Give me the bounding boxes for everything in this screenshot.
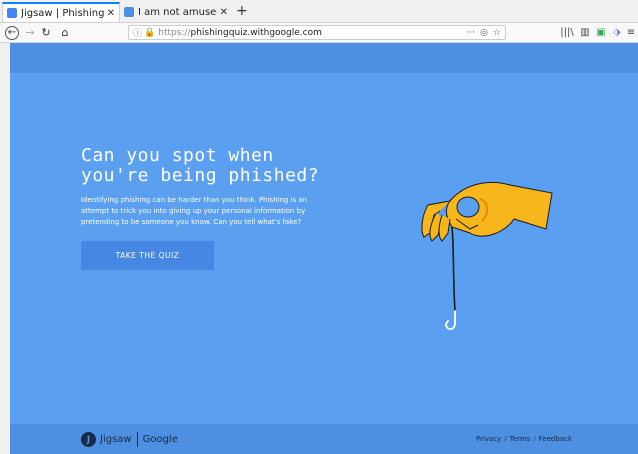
pocket-icon[interactable]: ◎ — [480, 28, 488, 38]
hook-icon — [445, 310, 456, 331]
tab-not-amused[interactable]: I am not amused! (or how ✕ — [120, 2, 232, 22]
url-protocol: https:// — [158, 27, 191, 38]
link-separator: / — [533, 435, 536, 443]
take-quiz-button[interactable]: TAKE THE QUIZ — [81, 241, 214, 270]
reload-button[interactable]: ↻ — [40, 23, 52, 42]
link-separator: / — [504, 435, 507, 443]
favicon-icon — [7, 8, 17, 18]
google-wordmark: Google — [142, 434, 178, 445]
tab-phishing-quiz[interactable]: Jigsaw | Phishing Quiz ✕ — [2, 2, 120, 22]
terms-link[interactable]: Terms — [510, 435, 531, 443]
fishing-line — [451, 225, 456, 312]
hand-icon — [421, 181, 553, 242]
page-content: Can you spot when you're being phished? … — [10, 43, 638, 454]
brand-divider — [136, 432, 138, 447]
new-tab-button[interactable]: + — [236, 3, 248, 19]
footer-links: Privacy / Terms / Feedback — [476, 435, 572, 443]
hand-with-hook-illustration — [421, 181, 553, 331]
tab-close-icon[interactable]: ✕ — [107, 8, 115, 19]
navigation-toolbar: ← → ↻ ⌂ ⓘ 🔒 https:// phishingquiz.withgo… — [0, 23, 638, 43]
back-arrow-icon: ← — [5, 25, 19, 40]
page-actions-icon[interactable]: ··· — [466, 28, 475, 38]
page-header — [10, 43, 638, 73]
url-bar[interactable]: ⓘ 🔒 https:// phishingquiz.withgoogle.com… — [128, 25, 506, 40]
extension-icon[interactable]: ⬗ — [610, 23, 624, 42]
extension-icon[interactable]: ▣ — [594, 23, 608, 42]
home-button[interactable]: ⌂ — [58, 23, 72, 42]
jigsaw-wordmark: Jigsaw — [100, 434, 132, 445]
page-footer: J Jigsaw Google Privacy / Terms / Feedba… — [10, 424, 638, 454]
feedback-link[interactable]: Feedback — [539, 435, 572, 443]
forward-button[interactable]: → — [24, 23, 36, 42]
footer-brand[interactable]: J Jigsaw Google — [81, 432, 178, 447]
privacy-link[interactable]: Privacy — [476, 435, 501, 443]
info-icon[interactable]: ⓘ — [133, 26, 142, 39]
library-icon[interactable]: |||\ — [560, 23, 574, 42]
menu-icon[interactable]: ≡ — [624, 23, 638, 42]
back-button[interactable]: ← — [4, 23, 20, 42]
jigsaw-logo-icon: J — [81, 432, 96, 447]
tab-title: I am not amused! (or how — [138, 6, 217, 18]
tab-close-icon[interactable]: ✕ — [220, 7, 228, 18]
bookmark-star-icon[interactable]: ☆ — [493, 28, 501, 38]
tab-bar: Jigsaw | Phishing Quiz ✕ I am not amused… — [0, 0, 638, 23]
intro-text: Identifying phishing can be harder than … — [81, 196, 308, 226]
tab-title: Jigsaw | Phishing Quiz — [21, 7, 104, 19]
page-title: Can you spot when you're being phished? — [81, 145, 320, 186]
url-host: phishingquiz.withgoogle.com — [190, 27, 322, 38]
sidebar-icon[interactable]: ▥ — [578, 23, 592, 42]
favicon-icon — [124, 7, 134, 17]
lock-icon: 🔒 — [144, 27, 156, 38]
